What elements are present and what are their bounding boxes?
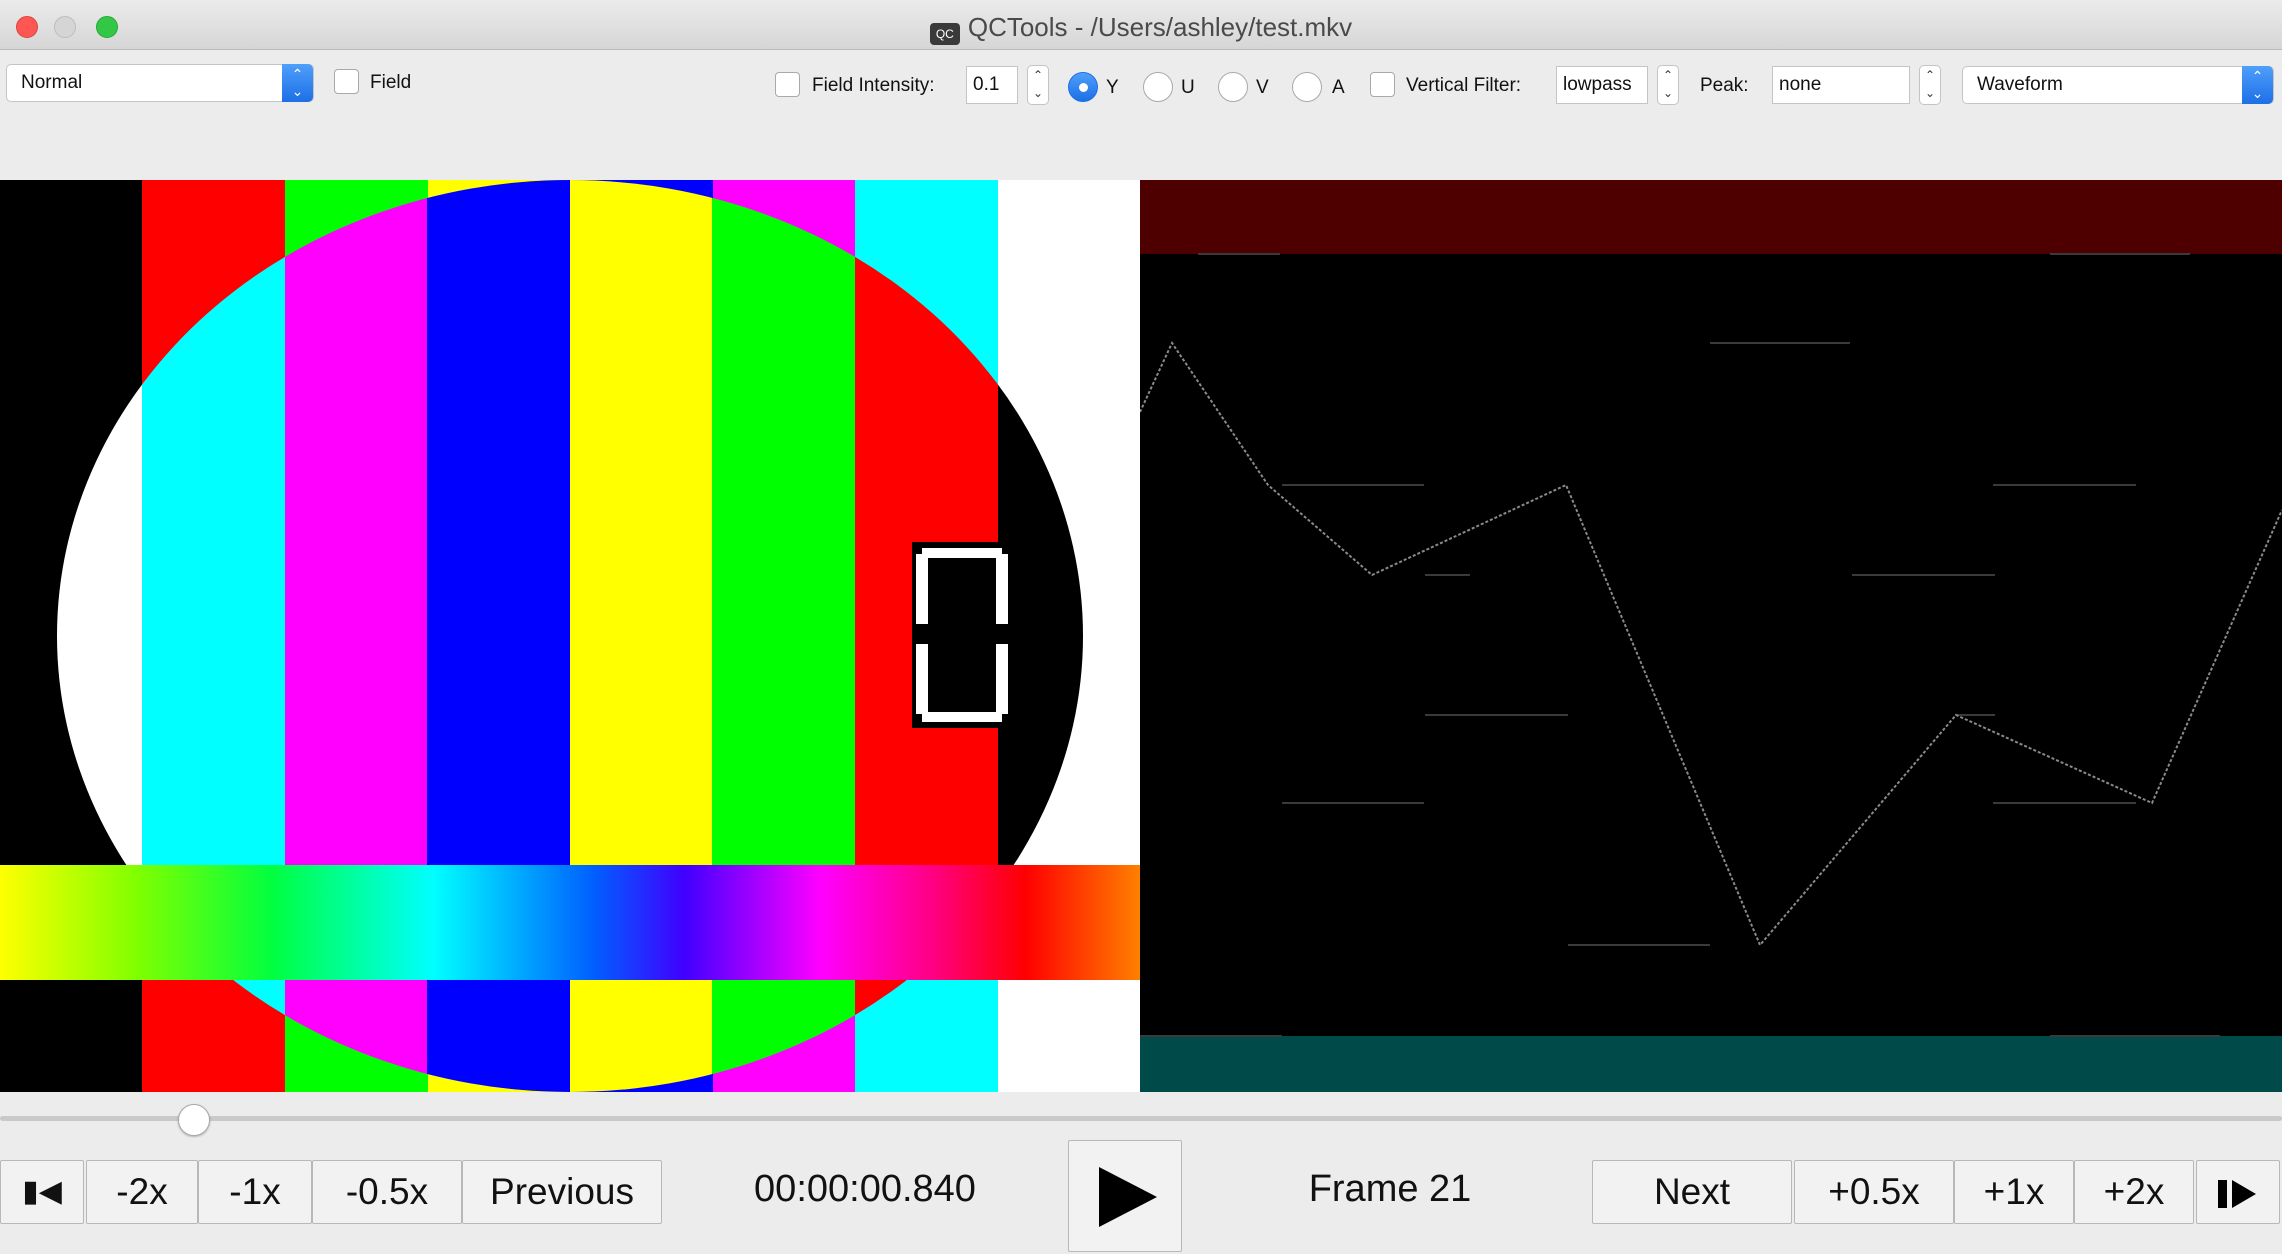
waveform-grid [1140,253,2220,1037]
vertical-filter-checkbox[interactable] [1370,72,1395,97]
speed-plus-half-button[interactable]: +0.5x [1794,1160,1954,1224]
field-intensity-input[interactable]: 0.1 [966,66,1018,104]
step-forward-icon [2218,1180,2256,1209]
display-mode-value: Normal [21,72,83,93]
waveform-scope [1140,180,2282,1092]
channel-u-radio[interactable] [1143,72,1173,102]
peak-input[interactable]: none [1772,66,1910,104]
channel-a-radio[interactable] [1292,72,1322,102]
channel-v-label: V [1256,77,1269,98]
waveform-top-band [1140,180,2282,254]
field-label: Field [370,72,412,93]
chevron-updown-icon: ⌃ ⌄ [2242,66,2273,104]
display-mode-select[interactable]: Normal ⌃ ⌄ [6,64,314,102]
filter-select-value: Waveform [1977,74,2063,95]
field-checkbox[interactable] [334,69,359,94]
frame-number-display: Frame 21 [1308,1168,1472,1210]
step-forward-button[interactable] [2196,1160,2280,1224]
speed-plus-1x-button[interactable]: +1x [1954,1160,2074,1224]
frame-counter-digit [912,542,1012,728]
vertical-filter-input[interactable]: lowpass [1556,66,1648,104]
playback-controls: ▮◀ -2x -1x -0.5x Previous 00:00:00.840 F… [0,1138,2282,1254]
peak-stepper[interactable]: ⌃ ⌄ [1919,65,1941,105]
vertical-filter-stepper[interactable]: ⌃ ⌄ [1657,65,1679,105]
waveform-plot [1140,180,2282,1092]
field-intensity-label: Field Intensity: [812,75,935,96]
app-icon: QC [929,23,960,45]
channel-y-radio[interactable] [1068,72,1098,102]
filter-select[interactable]: Waveform ⌃ ⌄ [1962,66,2274,104]
timecode-display: 00:00:00.840 [754,1168,976,1210]
step-back-button[interactable]: ▮◀ [0,1160,84,1224]
window-title-wrap: QC QCTools - /Users/ashley/test.mkv [0,12,2282,45]
video-preview [0,180,1140,1092]
previous-frame-button[interactable]: Previous [462,1160,662,1224]
play-icon [1099,1167,1157,1227]
qctools-window: QC QCTools - /Users/ashley/test.mkv Norma… [0,0,2282,1254]
channel-v-radio[interactable] [1218,72,1248,102]
step-back-icon: ▮◀ [22,1175,62,1208]
waveform-bottom-band [1140,1036,2282,1092]
hue-gradient-strip [0,865,1140,980]
waveform-trace [1140,340,2282,947]
chevron-updown-icon: ⌃ ⌄ [282,64,313,102]
speed-plus-2x-button[interactable]: +2x [2074,1160,2194,1224]
channel-u-label: U [1181,77,1195,98]
next-frame-button[interactable]: Next [1592,1160,1792,1224]
title-bar: QC QCTools - /Users/ashley/test.mkv [0,0,2282,50]
channel-y-label: Y [1106,77,1119,98]
seek-track[interactable] [0,1116,2282,1121]
toolbar: Normal ⌃ ⌄ Field Field Intensity: 0.1 ⌃ ⌄ … [0,50,2282,180]
field-intensity-checkbox[interactable] [775,72,800,97]
speed-minus-1x-button[interactable]: -1x [198,1160,312,1224]
vertical-filter-label: Vertical Filter: [1406,75,1522,96]
speed-minus-2x-button[interactable]: -2x [86,1160,198,1224]
field-intensity-stepper[interactable]: ⌃ ⌄ [1027,65,1049,105]
speed-minus-half-button[interactable]: -0.5x [312,1160,462,1224]
peak-label: Peak: [1700,75,1749,96]
play-button[interactable] [1068,1140,1182,1252]
seek-thumb[interactable] [177,1104,210,1136]
channel-a-label: A [1332,77,1345,98]
window-title: QCTools - /Users/ashley/test.mkv [967,12,1353,42]
